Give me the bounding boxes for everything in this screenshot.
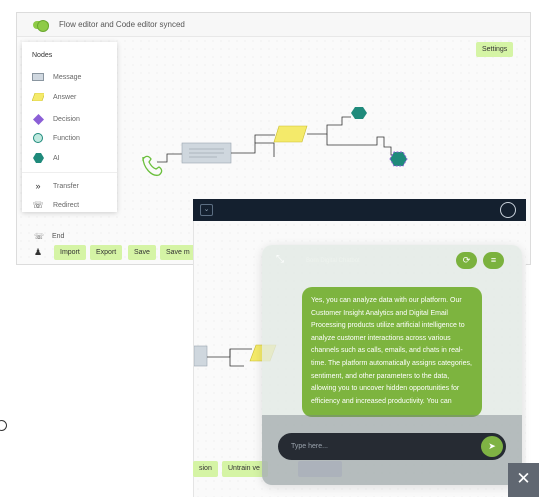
- dropdown-chevron-icon[interactable]: ⌄: [200, 204, 213, 216]
- person-icon: ♟: [34, 247, 43, 257]
- node-decision[interactable]: Decision: [32, 113, 80, 125]
- menu-button[interactable]: ≡: [483, 252, 504, 269]
- import-button[interactable]: Import: [54, 245, 86, 260]
- node-ai[interactable]: AI: [32, 152, 60, 164]
- chatbot-widget: ⤡ Born Digital Chatbot ⟳ ≡ Yes, you can …: [262, 245, 522, 485]
- node-transfer[interactable]: » Transfer: [32, 180, 79, 192]
- edge-circle-icon: [0, 420, 7, 431]
- ai-node-1: [351, 107, 367, 119]
- refresh-button[interactable]: ⟳: [456, 252, 477, 269]
- sync-label: Flow editor and Code editor synced: [59, 20, 185, 29]
- bot-message-bubble: Yes, you can analyze data with our platf…: [302, 287, 482, 417]
- sync-toggle[interactable]: [33, 19, 49, 32]
- node-transfer-label: Transfer: [53, 182, 79, 190]
- chat-input-placeholder: Type here...: [291, 443, 328, 450]
- second-message-node: [194, 345, 208, 367]
- app-header-bar: ⌄: [193, 199, 526, 221]
- node-message[interactable]: Message: [32, 71, 81, 83]
- chat-input-area: Type here... ➤: [262, 415, 522, 485]
- editor-topbar: Flow editor and Code editor synced: [17, 13, 530, 37]
- node-decision-label: Decision: [53, 115, 80, 123]
- message-rect-icon: [32, 71, 44, 83]
- redirect-phone-icon: ☏: [32, 199, 44, 210]
- send-icon[interactable]: ➤: [481, 436, 503, 457]
- node-function-label: Function: [53, 134, 80, 142]
- chat-input[interactable]: Type here... ➤: [278, 433, 506, 460]
- answer-node: [273, 125, 308, 143]
- nodes-title: Nodes: [32, 52, 53, 59]
- nodes-panel: Nodes Message Answer Decision Function A…: [22, 42, 117, 212]
- function-circle-icon: [32, 132, 44, 144]
- end-label: End: [52, 233, 65, 240]
- panel-divider: [22, 172, 117, 173]
- end-item[interactable]: ☏ End: [34, 232, 64, 241]
- chip-version[interactable]: sion: [193, 461, 218, 477]
- node-ai-label: AI: [53, 154, 60, 162]
- node-redirect-label: Redirect: [53, 201, 80, 209]
- ai-hexagon-icon: [32, 152, 44, 164]
- node-answer-label: Answer: [53, 93, 77, 101]
- export-button[interactable]: Export: [90, 245, 123, 260]
- save-button[interactable]: Save: [128, 245, 156, 260]
- decision-diamond-icon: [32, 113, 44, 125]
- node-answer[interactable]: Answer: [32, 91, 76, 103]
- node-function[interactable]: Function: [32, 132, 80, 144]
- chat-title: Born Digital Chatbot: [306, 258, 360, 264]
- save-more-button[interactable]: Save m: [160, 245, 196, 260]
- answer-parallelogram-icon: [32, 91, 44, 103]
- close-icon[interactable]: ✕: [508, 463, 539, 497]
- node-redirect[interactable]: ☏ Redirect: [32, 199, 79, 211]
- start-phone-icon: [142, 155, 163, 176]
- user-avatar-icon[interactable]: [500, 202, 516, 218]
- node-message-label: Message: [53, 73, 82, 81]
- ai-node-2: [389, 151, 408, 167]
- transfer-chevrons-icon: »: [35, 181, 41, 191]
- end-phone-icon: ☏: [34, 232, 45, 241]
- expand-icon[interactable]: ⤡: [276, 254, 290, 268]
